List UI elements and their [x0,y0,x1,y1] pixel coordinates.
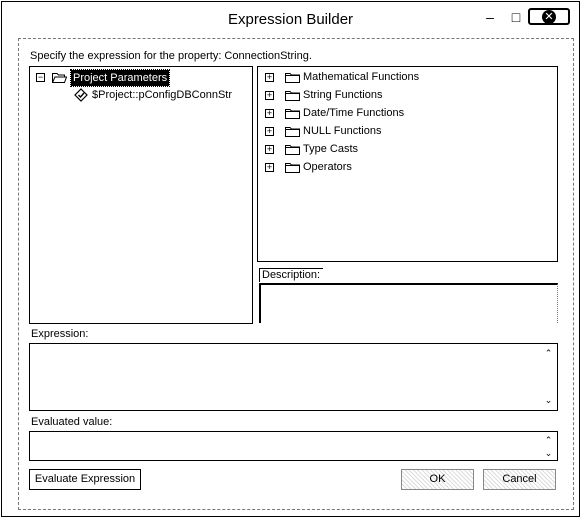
minimize-button[interactable]: – [482,8,498,26]
scroll-up-icon[interactable]: ⌃ [544,436,553,445]
function-category-label: Operators [303,161,352,173]
expand-icon[interactable]: + [265,127,274,136]
expand-icon[interactable]: + [265,109,274,118]
property-prompt: Specify the expression for the property:… [30,50,312,62]
expression-label: Expression: [31,328,89,340]
title-bar[interactable]: Expression Builder – □ ✕ [2,2,579,38]
tree-node-label: $Project::pConfigDBConnStr [92,89,233,101]
cancel-button[interactable]: Cancel [483,469,556,490]
folder-icon [285,127,300,137]
scroll-up-icon[interactable]: ⌃ [544,349,553,358]
evaluated-value-label: Evaluated value: [31,416,113,428]
folder-icon [285,163,300,173]
function-category[interactable]: + Type Casts [262,141,542,157]
folder-icon [285,145,300,155]
maximize-button[interactable]: □ [508,8,524,26]
expand-icon[interactable]: + [265,73,274,82]
functions-tree[interactable]: + Mathematical Functions + String Functions… [257,66,558,262]
expression-builder-window: Expression Builder – □ ✕ Specify the exp… [1,1,580,517]
tree-node-label: Project Parameters [69,69,171,87]
function-category-label: NULL Functions [303,125,382,137]
function-category[interactable]: + String Functions [262,87,542,103]
function-category[interactable]: + Date/Time Functions [262,105,542,121]
parameter-icon [74,88,88,102]
open-folder-icon [52,73,67,83]
function-category[interactable]: + NULL Functions [262,123,542,139]
dialog-client-area: Specify the expression for the property:… [18,38,574,510]
collapse-icon[interactable]: − [36,73,45,82]
expand-icon[interactable]: + [265,163,274,172]
folder-icon [285,73,300,83]
function-category[interactable]: + Operators [262,159,542,175]
evaluated-value-box[interactable] [29,431,558,461]
evaluate-expression-button[interactable]: Evaluate Expression [29,469,141,490]
function-category-label: String Functions [303,89,383,101]
scroll-down-icon[interactable]: ⌄ [544,396,553,405]
function-category-label: Mathematical Functions [303,71,420,83]
scroll-down-icon[interactable]: ⌄ [544,449,553,458]
description-label: Description: [259,268,324,282]
expand-icon[interactable]: + [265,145,274,154]
variables-tree[interactable]: − Project Parameters $Project::pConfigDB… [29,66,253,324]
ok-button[interactable]: OK [401,469,474,490]
folder-icon [285,91,300,101]
folder-icon [285,109,300,119]
function-category-label: Type Casts [303,143,359,155]
description-box [259,283,558,323]
close-button[interactable]: ✕ [528,8,570,25]
function-category[interactable]: + Mathematical Functions [262,69,542,85]
tree-node-project-parameters[interactable]: − Project Parameters [34,69,174,87]
expand-icon[interactable]: + [265,91,274,100]
function-category-label: Date/Time Functions [303,107,405,119]
expression-textarea[interactable] [29,343,558,411]
tree-node-parameter[interactable]: $Project::pConfigDBConnStr [70,87,250,103]
close-icon: ✕ [542,9,556,24]
